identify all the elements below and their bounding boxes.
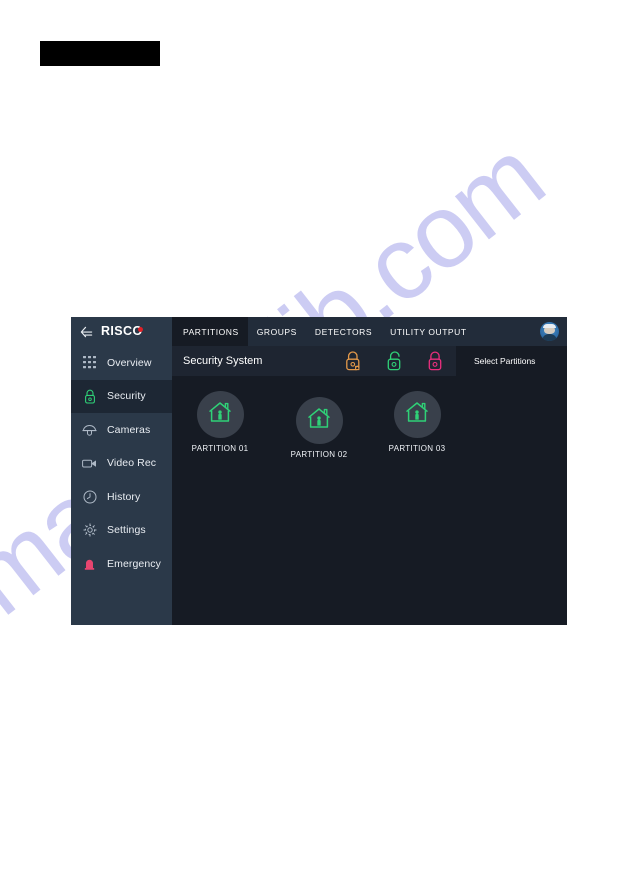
partition-status-circle[interactable]: [196, 391, 244, 438]
brand-red-dot: [137, 327, 143, 333]
partition-label: PARTITION 02: [290, 450, 348, 459]
app-screenshot-window: RISC O Overview Security Cameras Video R…: [71, 317, 567, 625]
select-partitions-button[interactable]: Select Partitions: [474, 356, 535, 366]
partition-label: PARTITION 01: [191, 444, 249, 453]
tab-label: PARTITIONS: [183, 326, 239, 337]
back-arrow-icon[interactable]: [79, 325, 94, 339]
sidebar: RISC O Overview Security Cameras Video R…: [71, 317, 172, 625]
avatar-hair: [543, 324, 556, 328]
tab-label: DETECTORS: [314, 326, 373, 337]
tab-label: GROUPS: [256, 326, 297, 337]
partition-card[interactable]: PARTITION 02: [282, 397, 356, 459]
home-person-icon: [306, 406, 332, 436]
sidebar-header: RISC O: [71, 317, 172, 346]
home-person-icon: [207, 400, 233, 430]
system-status-row: Security System Select Partitions: [172, 346, 567, 376]
partition-card[interactable]: PARTITION 01: [183, 391, 257, 453]
redaction-black-bar: [40, 41, 160, 66]
partition-status-circle[interactable]: [295, 397, 343, 444]
sidebar-item-video-rec[interactable]: Video Rec: [71, 447, 172, 481]
sidebar-item-history[interactable]: History: [71, 480, 172, 514]
sidebar-item-label: Settings: [107, 524, 146, 537]
partial-arm-lock-icon[interactable]: [344, 350, 362, 372]
avatar-body: [542, 334, 557, 341]
video-camera-icon: [82, 456, 97, 471]
sidebar-item-label: History: [107, 490, 141, 503]
dome-camera-icon: [82, 422, 97, 437]
partition-card[interactable]: PARTITION 03: [380, 391, 454, 453]
sidebar-item-label: Security: [107, 390, 146, 403]
main-content: PARTITIONS GROUPS DETECTORS UTILITY OUTP…: [172, 317, 567, 625]
disarmed-lock-icon[interactable]: [385, 350, 403, 372]
partition-status-circle[interactable]: [393, 391, 441, 438]
clock-history-icon: [82, 489, 97, 504]
sidebar-item-label: Overview: [107, 356, 152, 369]
partitions-grid: PARTITION 01 PARTITION 02 PARTITION 03: [172, 376, 567, 625]
sidebar-item-emergency[interactable]: Emergency: [71, 547, 172, 581]
sidebar-item-security[interactable]: Security: [71, 379, 172, 413]
tab-utility-output[interactable]: UTILITY OUTPUT: [381, 317, 476, 346]
tab-groups[interactable]: GROUPS: [248, 317, 306, 346]
brand-text: RISC: [101, 324, 133, 339]
sidebar-item-cameras[interactable]: Cameras: [71, 413, 172, 447]
tab-partitions[interactable]: PARTITIONS: [172, 317, 248, 346]
tab-label: UTILITY OUTPUT: [390, 326, 467, 337]
risco-logo: RISC O: [101, 325, 143, 338]
brand-letter-o: O: [132, 324, 143, 339]
siren-icon: [82, 556, 97, 571]
user-avatar-icon[interactable]: [540, 322, 559, 341]
page-title: Security System: [183, 355, 263, 367]
sidebar-item-overview[interactable]: Overview: [71, 346, 172, 380]
home-person-icon: [404, 400, 430, 430]
tab-bar: PARTITIONS GROUPS DETECTORS UTILITY OUTP…: [172, 317, 567, 346]
tab-detectors[interactable]: DETECTORS: [306, 317, 381, 346]
lock-status-group: [344, 350, 444, 372]
armed-lock-icon[interactable]: [426, 350, 444, 372]
sidebar-item-settings[interactable]: Settings: [71, 514, 172, 548]
partition-label: PARTITION 03: [388, 444, 446, 453]
sidebar-item-label: Cameras: [107, 423, 151, 436]
sidebar-item-label: Video Rec: [107, 457, 157, 470]
sidebar-item-label: Emergency: [107, 557, 162, 570]
grid-keypad-icon: [82, 355, 97, 370]
gear-icon: [82, 523, 97, 538]
lock-icon: [82, 389, 97, 404]
